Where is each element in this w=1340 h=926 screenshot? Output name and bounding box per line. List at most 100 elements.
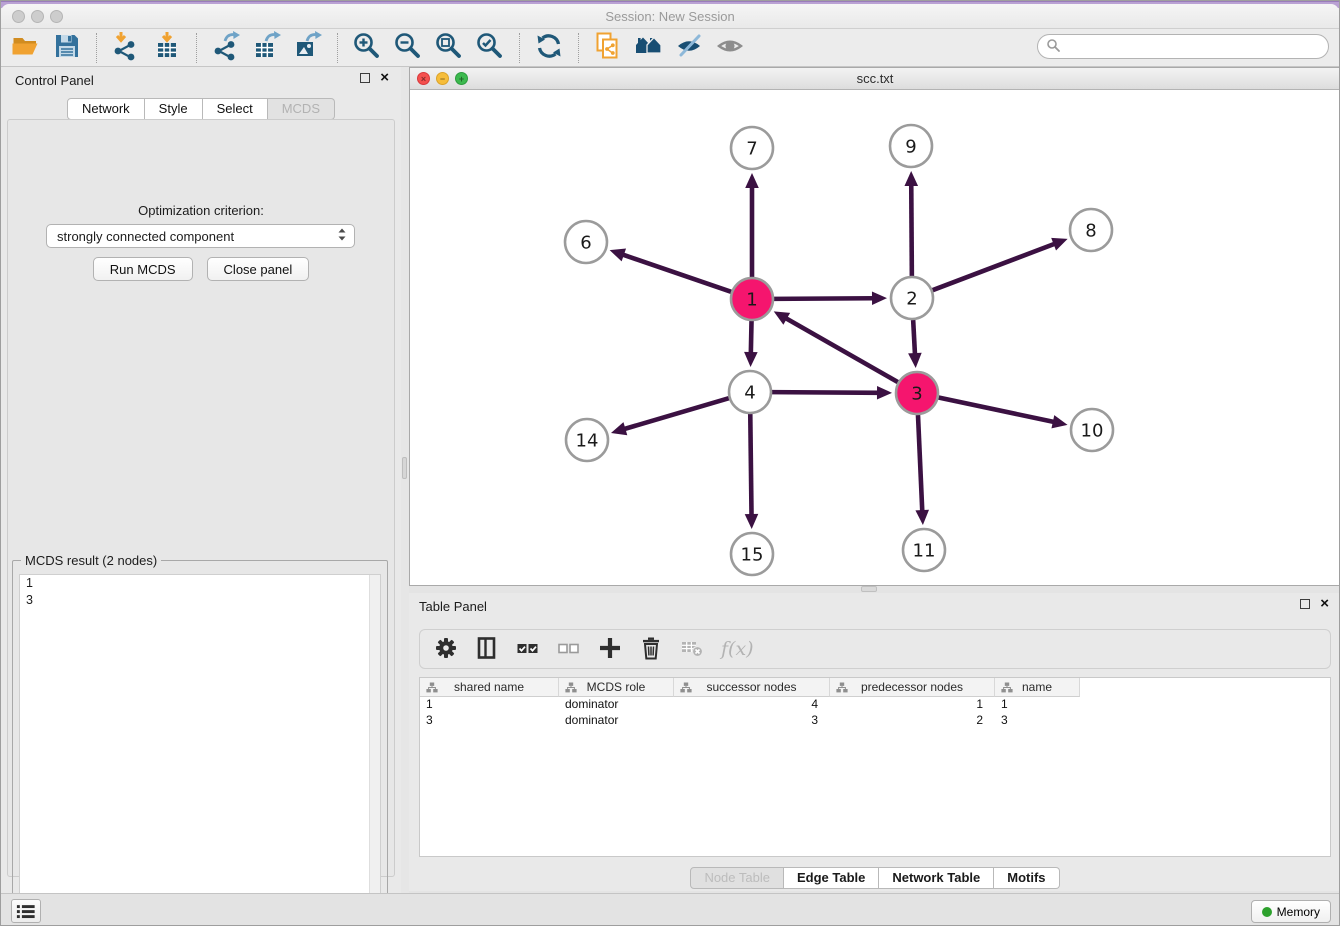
save-session-button[interactable] [50,32,84,64]
table-cell[interactable]: dominator [559,713,674,729]
function-builder-button[interactable]: f(x) [721,634,754,664]
graph-edge-1-6[interactable] [610,249,732,292]
close-panel-icon[interactable]: × [380,73,389,83]
network-share-button[interactable] [591,32,625,64]
graph-node-8[interactable]: 8 [1070,209,1112,251]
table-cell[interactable]: 3 [674,713,830,729]
network-canvas[interactable]: 1 2 3 4 6 7 8 9 10 11 14 15 [410,90,1340,585]
tab-network-table[interactable]: Network Table [879,867,994,889]
zoom-selected-button[interactable] [473,32,507,64]
close-window-button[interactable] [12,10,25,23]
create-column-button[interactable] [598,634,622,664]
table-row[interactable]: 1dominator411 [420,697,1330,713]
column-header-successor-nodes[interactable]: successor nodes [674,678,830,697]
export-table-button[interactable] [250,32,284,64]
table-cell[interactable]: 1 [420,697,559,713]
export-network-button[interactable] [209,32,243,64]
network-minimize-button[interactable]: − [436,72,449,85]
graph-edge-4-3[interactable] [772,386,892,400]
graph-node-7[interactable]: 7 [731,127,773,169]
column-header-MCDS-role[interactable]: MCDS role [559,678,674,697]
graph-edge-1-4[interactable] [744,321,758,367]
graph-edge-3-1[interactable] [774,311,898,382]
table-row[interactable]: 3dominator323 [420,713,1330,729]
table-cell[interactable]: 3 [420,713,559,729]
criterion-select[interactable]: strongly connected component [46,224,355,248]
graph-edge-2-3[interactable] [908,320,922,368]
search-box[interactable] [1037,34,1329,59]
graph-node-9[interactable]: 9 [890,125,932,167]
network-maximize-button[interactable]: + [455,72,468,85]
graph-node-4[interactable]: 4 [729,371,771,413]
maximize-window-button[interactable] [50,10,63,23]
minimize-window-button[interactable] [31,10,44,23]
table-settings-button[interactable] [434,634,458,664]
memory-button[interactable]: Memory [1251,900,1331,923]
tab-mcds[interactable]: MCDS [268,98,335,120]
table-cell[interactable]: 1 [830,697,995,713]
graph-node-11[interactable]: 11 [903,529,945,571]
network-close-button[interactable]: × [417,72,430,85]
horizontal-splitter[interactable] [861,586,877,592]
network-view-window: × − + scc.txt 1 2 3 4 6 7 8 9 10 11 14 15 [409,67,1340,586]
tab-motifs[interactable]: Motifs [994,867,1059,889]
table-cell[interactable]: dominator [559,697,674,713]
close-table-panel-icon[interactable]: × [1320,599,1329,609]
window-titlebar[interactable]: Session: New Session [1,4,1339,29]
show-panels-button[interactable] [714,32,748,64]
search-input[interactable] [1061,37,1328,57]
graph-node-2[interactable]: 2 [891,277,933,319]
graph-node-15[interactable]: 15 [731,533,773,575]
import-network-button[interactable] [109,32,143,64]
table-cell[interactable]: 3 [995,713,1080,729]
graph-node-1[interactable]: 1 [731,278,773,320]
zoom-fit-button[interactable] [432,32,466,64]
zoom-out-button[interactable] [391,32,425,64]
vertical-splitter[interactable] [401,67,409,893]
table-cell[interactable]: 1 [995,697,1080,713]
mcds-result-text[interactable]: 13 [19,574,381,926]
tab-network[interactable]: Network [67,98,145,120]
network-window-titlebar[interactable]: × − + scc.txt [410,68,1340,90]
home-button[interactable] [632,32,666,64]
column-header-predecessor-nodes[interactable]: predecessor nodes [830,678,995,697]
table-cell[interactable]: 2 [830,713,995,729]
task-history-button[interactable] [11,899,41,923]
graph-edge-4-15[interactable] [745,414,759,529]
graph-edge-2-9[interactable] [904,171,918,276]
graph-node-10[interactable]: 10 [1071,409,1113,451]
result-scrollbar[interactable] [369,575,380,926]
graph-edge-3-10[interactable] [939,398,1068,429]
open-session-button[interactable] [9,32,43,64]
hide-panels-button[interactable] [673,32,707,64]
float-panel-icon[interactable] [360,73,370,83]
delete-table-button[interactable] [680,634,704,664]
float-table-panel-icon[interactable] [1300,599,1310,609]
graph-node-14[interactable]: 14 [566,419,608,461]
delete-column-button[interactable] [639,634,663,664]
table-cell[interactable]: 4 [674,697,830,713]
tab-style[interactable]: Style [145,98,203,120]
tab-node-table[interactable]: Node Table [690,867,784,889]
graph-edge-1-2[interactable] [774,291,887,305]
column-header-shared-name[interactable]: shared name [420,678,559,697]
deselect-all-rows-button[interactable] [557,634,581,664]
zoom-in-button[interactable] [350,32,384,64]
tab-edge-table[interactable]: Edge Table [784,867,879,889]
graph-edge-2-8[interactable] [933,238,1068,290]
run-mcds-button[interactable]: Run MCDS [93,257,193,281]
select-all-rows-button[interactable] [516,634,540,664]
graph-edge-3-11[interactable] [915,415,929,525]
graph-edge-4-14[interactable] [611,398,729,435]
graph-node-6[interactable]: 6 [565,221,607,263]
column-header-name[interactable]: name [995,678,1080,697]
export-image-button[interactable] [291,32,325,64]
table-panel-mode-button[interactable] [475,634,499,664]
graph-edge-1-7[interactable] [745,173,759,277]
close-panel-button[interactable]: Close panel [207,257,310,281]
splitter-grip[interactable] [402,457,407,479]
apply-layout-button[interactable] [532,32,566,64]
tab-select[interactable]: Select [203,98,268,120]
graph-node-3[interactable]: 3 [896,372,938,414]
import-table-button[interactable] [150,32,184,64]
